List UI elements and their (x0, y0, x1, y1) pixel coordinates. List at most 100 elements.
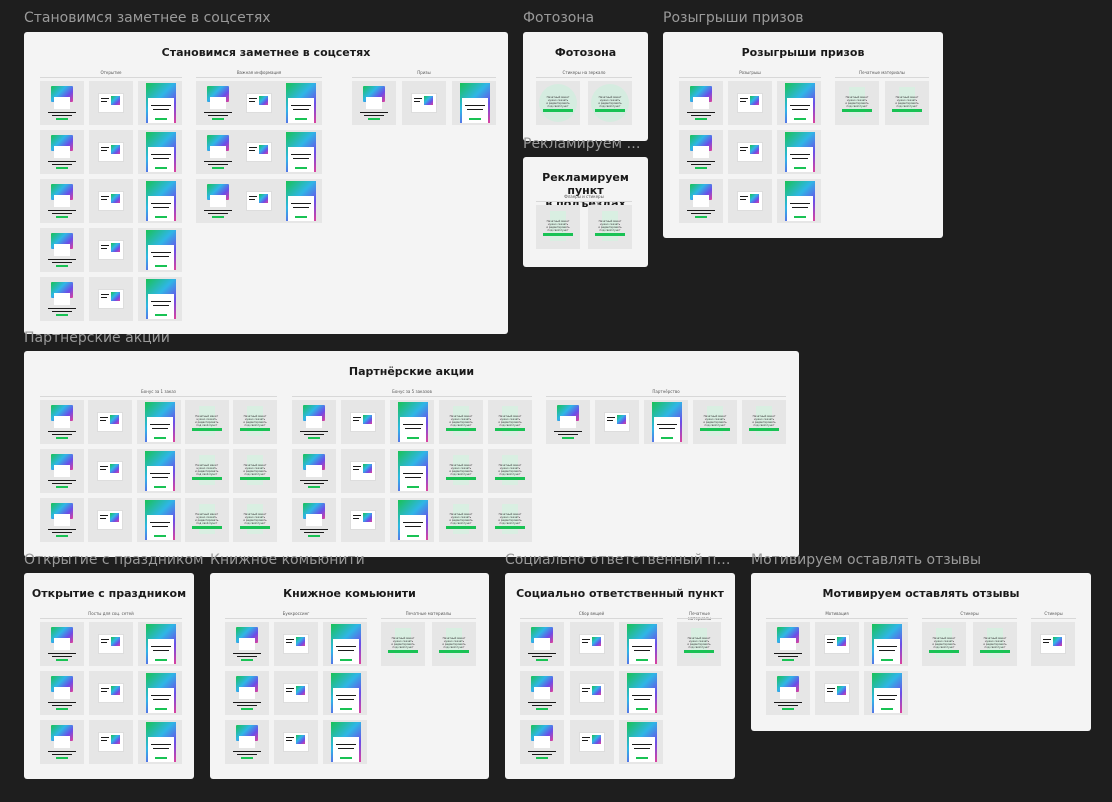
board-partners[interactable]: Партнёрские акции Бонус за 1 заказ Печатны… (24, 351, 799, 557)
design-thumbnail[interactable] (766, 622, 810, 666)
design-thumbnail[interactable] (138, 720, 182, 764)
design-thumbnail[interactable] (274, 671, 318, 715)
design-thumbnail[interactable] (278, 130, 322, 174)
design-thumbnail[interactable] (679, 179, 723, 223)
board-photozone[interactable]: Фотозона Стикеры на зеркало Печатный макет… (523, 32, 648, 141)
design-thumbnail[interactable] (225, 720, 269, 764)
design-thumbnail[interactable] (679, 81, 723, 125)
design-thumbnail[interactable] (569, 622, 614, 666)
design-thumbnail[interactable]: Печатный макет нужно скачать и редактирова… (233, 449, 277, 493)
design-thumbnail[interactable]: Печатный макет нужно скачать и редактирова… (233, 400, 277, 444)
design-thumbnail[interactable] (136, 498, 181, 542)
design-thumbnail[interactable] (138, 228, 182, 272)
design-thumbnail[interactable]: Печатный макет нужно скачать и редактирова… (835, 81, 879, 125)
design-thumbnail[interactable]: Печатный макет нужно скачать и редактирова… (381, 622, 425, 666)
design-thumbnail[interactable] (777, 81, 821, 125)
design-thumbnail[interactable]: Печатный макет нужно скачать и редактирова… (432, 622, 476, 666)
design-thumbnail[interactable] (89, 671, 133, 715)
design-thumbnail[interactable] (1031, 622, 1075, 666)
board-social[interactable]: Становимся заметнее в соцсетях Открытие Ва… (24, 32, 508, 334)
design-thumbnail[interactable] (196, 179, 240, 223)
design-thumbnail[interactable] (138, 179, 182, 223)
design-thumbnail[interactable]: Печатный макет нужно скачать и редактирова… (488, 449, 532, 493)
design-thumbnail[interactable] (89, 720, 133, 764)
design-thumbnail[interactable]: Печатный макет нужно скачать и редактирова… (439, 400, 483, 444)
frame-label[interactable]: Фотозона (523, 10, 594, 26)
board-reviews[interactable]: Мотивируем оставлять отзывы Мотивация Стик… (751, 573, 1091, 731)
design-thumbnail[interactable] (546, 400, 590, 444)
design-thumbnail[interactable] (40, 277, 84, 321)
frame-label[interactable]: Рекламируем пу... (523, 136, 643, 152)
design-thumbnail[interactable] (815, 671, 859, 715)
design-thumbnail[interactable] (520, 622, 564, 666)
design-thumbnail[interactable]: Печатный макет нужно скачать и редактирова… (922, 622, 966, 666)
design-thumbnail[interactable] (619, 622, 663, 666)
design-thumbnail[interactable] (40, 81, 84, 125)
design-thumbnail[interactable] (40, 449, 84, 493)
design-thumbnail[interactable] (89, 622, 133, 666)
design-thumbnail[interactable] (237, 130, 281, 174)
design-thumbnail[interactable] (292, 400, 336, 444)
design-thumbnail[interactable]: Печатный макет нужно скачать и редактирова… (885, 81, 929, 125)
design-thumbnail[interactable] (292, 498, 336, 542)
design-thumbnail[interactable] (88, 449, 133, 493)
design-thumbnail[interactable] (569, 720, 614, 764)
design-thumbnail[interactable]: Печатный макет нужно скачать и редактирова… (588, 205, 632, 249)
design-thumbnail[interactable] (402, 81, 446, 125)
design-thumbnail[interactable] (89, 81, 133, 125)
design-thumbnail[interactable] (89, 277, 133, 321)
design-thumbnail[interactable] (569, 671, 614, 715)
frame-label[interactable]: Розыгрыши призов (663, 10, 804, 26)
design-thumbnail[interactable] (274, 622, 318, 666)
design-thumbnail[interactable] (237, 81, 281, 125)
design-thumbnail[interactable] (390, 400, 434, 444)
board-entrances[interactable]: Рекламируем пункт в подъездах Флаеры и ст… (523, 157, 648, 267)
design-thumbnail[interactable] (341, 498, 385, 542)
board-prizes[interactable]: Розыгрыши призов Розыгрыш Печатные материа… (663, 32, 943, 238)
design-thumbnail[interactable]: Печатный макет нужно скачать и редактирова… (677, 622, 721, 666)
design-thumbnail[interactable]: Печатный макет нужно скачать и редактирова… (973, 622, 1017, 666)
design-thumbnail[interactable] (644, 400, 688, 444)
design-thumbnail[interactable] (619, 671, 663, 715)
design-thumbnail[interactable]: Печатный макет нужно скачать и редактирова… (184, 498, 229, 542)
board-holiday[interactable]: Открытие с праздником Посты для соц. сете… (24, 573, 194, 779)
design-thumbnail[interactable]: Печатный макет нужно скачать и редактирова… (693, 400, 737, 444)
design-thumbnail[interactable]: Печатный макет нужно скачать и редактирова… (184, 449, 229, 493)
design-thumbnail[interactable]: Печатный макет нужно скачать и редактирова… (536, 81, 580, 125)
design-thumbnail[interactable] (138, 277, 182, 321)
design-thumbnail[interactable] (728, 179, 772, 223)
design-thumbnail[interactable] (864, 671, 908, 715)
design-thumbnail[interactable] (196, 130, 240, 174)
design-thumbnail[interactable] (352, 81, 396, 125)
design-thumbnail[interactable] (237, 179, 281, 223)
design-thumbnail[interactable] (40, 720, 84, 764)
design-thumbnail[interactable] (40, 400, 84, 444)
design-thumbnail[interactable] (278, 179, 322, 223)
design-thumbnail[interactable]: Печатный макет нужно скачать и редактирова… (488, 400, 532, 444)
design-thumbnail[interactable] (452, 81, 496, 125)
design-thumbnail[interactable]: Печатный макет нужно скачать и редактирова… (439, 498, 483, 542)
design-thumbnail[interactable] (520, 671, 564, 715)
design-thumbnail[interactable]: Печатный макет нужно скачать и редактирова… (742, 400, 786, 444)
board-books[interactable]: Книжное комьюнити Буккроссинг Печатные мат… (210, 573, 489, 779)
design-thumbnail[interactable]: Печатный макет нужно скачать и редактирова… (588, 81, 632, 125)
design-thumbnail[interactable]: Печатный макет нужно скачать и редактирова… (233, 498, 277, 542)
design-thumbnail[interactable] (390, 449, 434, 493)
design-thumbnail[interactable] (292, 449, 336, 493)
design-thumbnail[interactable] (138, 622, 182, 666)
frame-label[interactable]: Социально ответственный пункт (505, 552, 735, 568)
design-thumbnail[interactable] (864, 622, 908, 666)
design-thumbnail[interactable] (88, 498, 133, 542)
design-thumbnail[interactable] (138, 81, 182, 125)
design-thumbnail[interactable] (89, 130, 133, 174)
design-thumbnail[interactable] (323, 720, 367, 764)
design-thumbnail[interactable] (40, 130, 84, 174)
design-thumbnail[interactable] (225, 671, 269, 715)
design-thumbnail[interactable] (138, 130, 182, 174)
design-thumbnail[interactable] (341, 449, 385, 493)
design-thumbnail[interactable] (89, 179, 133, 223)
design-thumbnail[interactable] (323, 671, 367, 715)
design-thumbnail[interactable] (138, 671, 182, 715)
design-thumbnail[interactable] (40, 498, 84, 542)
design-thumbnail[interactable] (766, 671, 810, 715)
